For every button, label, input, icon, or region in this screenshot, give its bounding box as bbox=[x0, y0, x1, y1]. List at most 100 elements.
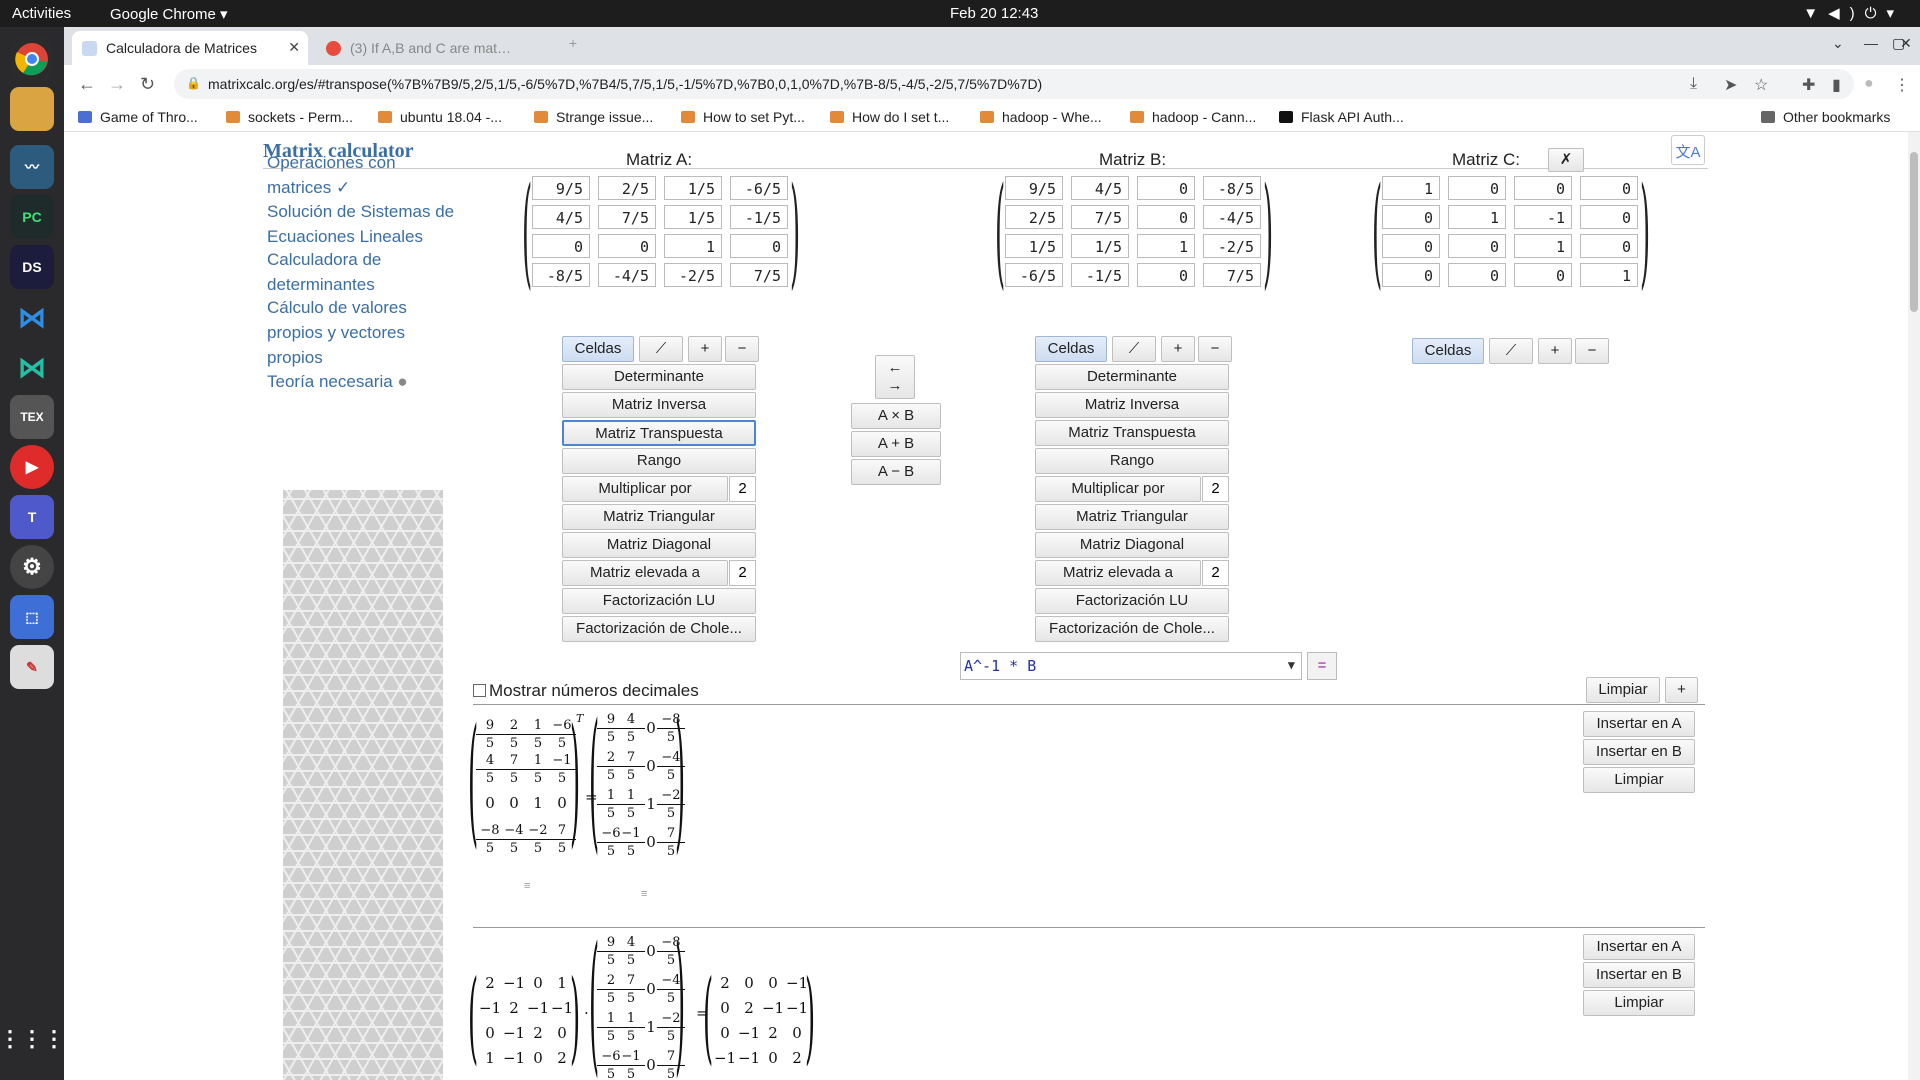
matrixA-cell[interactable]: 7/5 bbox=[598, 205, 656, 229]
matrixC-cell[interactable]: 1 bbox=[1514, 234, 1572, 258]
sidebar-link-eigenvalues[interactable]: Cálculo de valores propios y vectores prop… bbox=[267, 295, 467, 370]
chevron-down-icon[interactable]: ▼ bbox=[1288, 658, 1295, 672]
matrixB-op-button[interactable]: Factorización LU bbox=[1035, 588, 1229, 614]
matrixB-cells-button[interactable]: Celdas bbox=[1035, 336, 1107, 362]
matrixC-cell[interactable]: 1 bbox=[1580, 263, 1638, 287]
matrixB-cell[interactable]: 7/5 bbox=[1203, 263, 1261, 287]
close-tab-icon[interactable]: ✕ bbox=[288, 39, 300, 56]
matrixA-cell[interactable]: 1 bbox=[664, 234, 722, 258]
matrixB-cell[interactable]: -8/5 bbox=[1203, 176, 1261, 200]
extensions-icon[interactable]: ✚ bbox=[1802, 75, 1815, 95]
matrixA-multiply-input[interactable]: 2 bbox=[729, 476, 756, 502]
matrixB-op-button[interactable]: Matriz Triangular bbox=[1035, 504, 1229, 530]
checkbox-icon[interactable] bbox=[473, 684, 486, 697]
other-bookmarks[interactable]: Other bookmarks bbox=[1761, 109, 1890, 125]
clear-result-button[interactable]: Limpiar bbox=[1583, 767, 1695, 793]
text-editor-icon[interactable]: ✎ bbox=[10, 645, 54, 689]
add-button[interactable]: + bbox=[1665, 677, 1698, 703]
matrixC-cell[interactable]: 0 bbox=[1580, 205, 1638, 229]
a-times-b-button[interactable]: A × B bbox=[851, 403, 941, 429]
matrixA-cell[interactable]: -6/5 bbox=[730, 176, 788, 200]
media-player-icon[interactable]: ▶ bbox=[10, 445, 54, 489]
texmaker-icon[interactable]: TEX bbox=[10, 395, 54, 439]
matrixA-cell[interactable]: 9/5 bbox=[532, 176, 590, 200]
teams-icon[interactable]: T bbox=[10, 495, 54, 539]
apps-grid-icon[interactable]: ⋮⋮⋮ bbox=[0, 1017, 65, 1061]
profile-avatar-icon[interactable]: ● bbox=[1864, 75, 1874, 93]
activities-button[interactable]: Activities bbox=[12, 5, 71, 22]
matrixB-cell[interactable]: -6/5 bbox=[1005, 263, 1063, 287]
matrixB-op-button[interactable]: Matriz Inversa bbox=[1035, 392, 1229, 418]
matrixB-cell[interactable]: 1 bbox=[1137, 234, 1195, 258]
clock[interactable]: Feb 20 12:43 bbox=[950, 5, 1038, 22]
more-dots-icon[interactable]: ≡ bbox=[524, 881, 530, 892]
matrixC-cell[interactable]: 0 bbox=[1382, 263, 1440, 287]
system-tray[interactable]: ▼◀)⏻▾ bbox=[1803, 4, 1904, 22]
matrixA-op-button[interactable]: Rango bbox=[562, 448, 756, 474]
matrixA-cell[interactable]: 2/5 bbox=[598, 176, 656, 200]
minimize-icon[interactable]: — bbox=[1864, 35, 1878, 51]
menu-kebab-icon[interactable]: ⋮ bbox=[1894, 75, 1910, 95]
matrixB-op-button[interactable]: Matriz Transpuesta bbox=[1035, 420, 1229, 446]
matrixC-cell[interactable]: 0 bbox=[1448, 176, 1506, 200]
matrixC-remove-row-button[interactable]: − bbox=[1575, 338, 1609, 364]
pycharm-icon[interactable]: PC bbox=[10, 195, 54, 239]
lock-icon[interactable]: 🔒 bbox=[186, 76, 201, 90]
matrixB-cell[interactable]: -2/5 bbox=[1203, 234, 1261, 258]
matrixB-op-button[interactable]: Determinante bbox=[1035, 364, 1229, 390]
sidebar-link-theory[interactable]: Teoría necesaria ● bbox=[267, 369, 467, 394]
matrixB-cell[interactable]: -4/5 bbox=[1203, 205, 1261, 229]
files-icon[interactable] bbox=[10, 87, 54, 131]
matrixB-cell[interactable]: 2/5 bbox=[1005, 205, 1063, 229]
matrixA-op-button[interactable]: Matriz Inversa bbox=[562, 392, 756, 418]
matrixB-cell[interactable]: 0 bbox=[1137, 263, 1195, 287]
matrixC-cell[interactable]: 0 bbox=[1580, 176, 1638, 200]
matrixC-cell[interactable]: 0 bbox=[1448, 263, 1506, 287]
forward-icon[interactable]: → bbox=[108, 74, 126, 95]
matrixA-op-button[interactable]: Matriz elevada a bbox=[562, 560, 728, 586]
matrixA-op-button[interactable]: Matriz Diagonal bbox=[562, 532, 756, 558]
matrixA-op-button[interactable]: Determinante bbox=[562, 364, 756, 390]
clear-result-button[interactable]: Limpiar bbox=[1583, 990, 1695, 1016]
matrixA-cell[interactable]: 0 bbox=[532, 234, 590, 258]
matrixB-edit-icon[interactable]: ⟋ bbox=[1112, 336, 1156, 362]
more-dots-icon[interactable]: ≡ bbox=[641, 889, 647, 900]
sidebar-link-systems[interactable]: Solución de Sistemas de Ecuaciones Lineal… bbox=[267, 199, 467, 249]
matrixB-cell[interactable]: -1/5 bbox=[1071, 263, 1129, 287]
matrixA-cell[interactable]: -2/5 bbox=[664, 263, 722, 287]
matrixC-cell[interactable]: -1 bbox=[1514, 205, 1572, 229]
screenshot-icon[interactable]: ⬚ bbox=[10, 595, 54, 639]
matrixB-add-row-button[interactable]: + bbox=[1161, 336, 1195, 362]
sidebar-link-determinants[interactable]: Calculadora de determinantes bbox=[267, 247, 467, 297]
swap-button[interactable]: ← → bbox=[875, 355, 915, 399]
matrixA-op-button[interactable]: Factorización LU bbox=[562, 588, 756, 614]
reload-icon[interactable]: ↻ bbox=[140, 74, 155, 95]
matrixA-cell[interactable]: 7/5 bbox=[730, 263, 788, 287]
matrixC-cell[interactable]: 1 bbox=[1382, 176, 1440, 200]
settings-icon[interactable]: ⚙ bbox=[10, 545, 54, 589]
matrixA-remove-row-button[interactable]: − bbox=[725, 336, 759, 362]
app-menu[interactable]: Google Chrome ▾ bbox=[110, 5, 228, 23]
bookmark-item[interactable]: hadoop - Cann... bbox=[1130, 109, 1256, 125]
bookmark-item[interactable]: sockets - Perm... bbox=[226, 109, 353, 125]
insert-b-button[interactable]: Insertar en B bbox=[1583, 962, 1695, 988]
insert-a-button[interactable]: Insertar en A bbox=[1583, 711, 1695, 737]
matrixA-cells-button[interactable]: Celdas bbox=[562, 336, 634, 362]
matrixC-cell[interactable]: 0 bbox=[1382, 234, 1440, 258]
matrixB-op-button[interactable]: Matriz Diagonal bbox=[1035, 532, 1229, 558]
matrixA-cell[interactable]: 4/5 bbox=[532, 205, 590, 229]
matrixB-cell[interactable]: 9/5 bbox=[1005, 176, 1063, 200]
matrixC-cell[interactable]: 0 bbox=[1514, 263, 1572, 287]
matrixA-cell[interactable]: -8/5 bbox=[532, 263, 590, 287]
matrixC-cell[interactable]: 0 bbox=[1580, 234, 1638, 258]
clear-all-button[interactable]: Limpiar bbox=[1586, 677, 1660, 703]
matrixC-cell[interactable]: 0 bbox=[1382, 205, 1440, 229]
matrixA-op-button[interactable]: Matriz Triangular bbox=[562, 504, 756, 530]
address-bar[interactable]: 🔒 matrixcalc.org/es/#transpose(%7B%7B9/5… bbox=[174, 69, 1854, 99]
dataspell-icon[interactable]: DS bbox=[10, 245, 54, 289]
window-close-icon[interactable]: ✕ bbox=[1900, 35, 1912, 52]
matrixC-cell[interactable]: 0 bbox=[1514, 176, 1572, 200]
matrixA-cell[interactable]: 1/5 bbox=[664, 176, 722, 200]
matrixC-close-button[interactable]: ✗ bbox=[1548, 148, 1584, 172]
matrixA-add-row-button[interactable]: + bbox=[688, 336, 722, 362]
